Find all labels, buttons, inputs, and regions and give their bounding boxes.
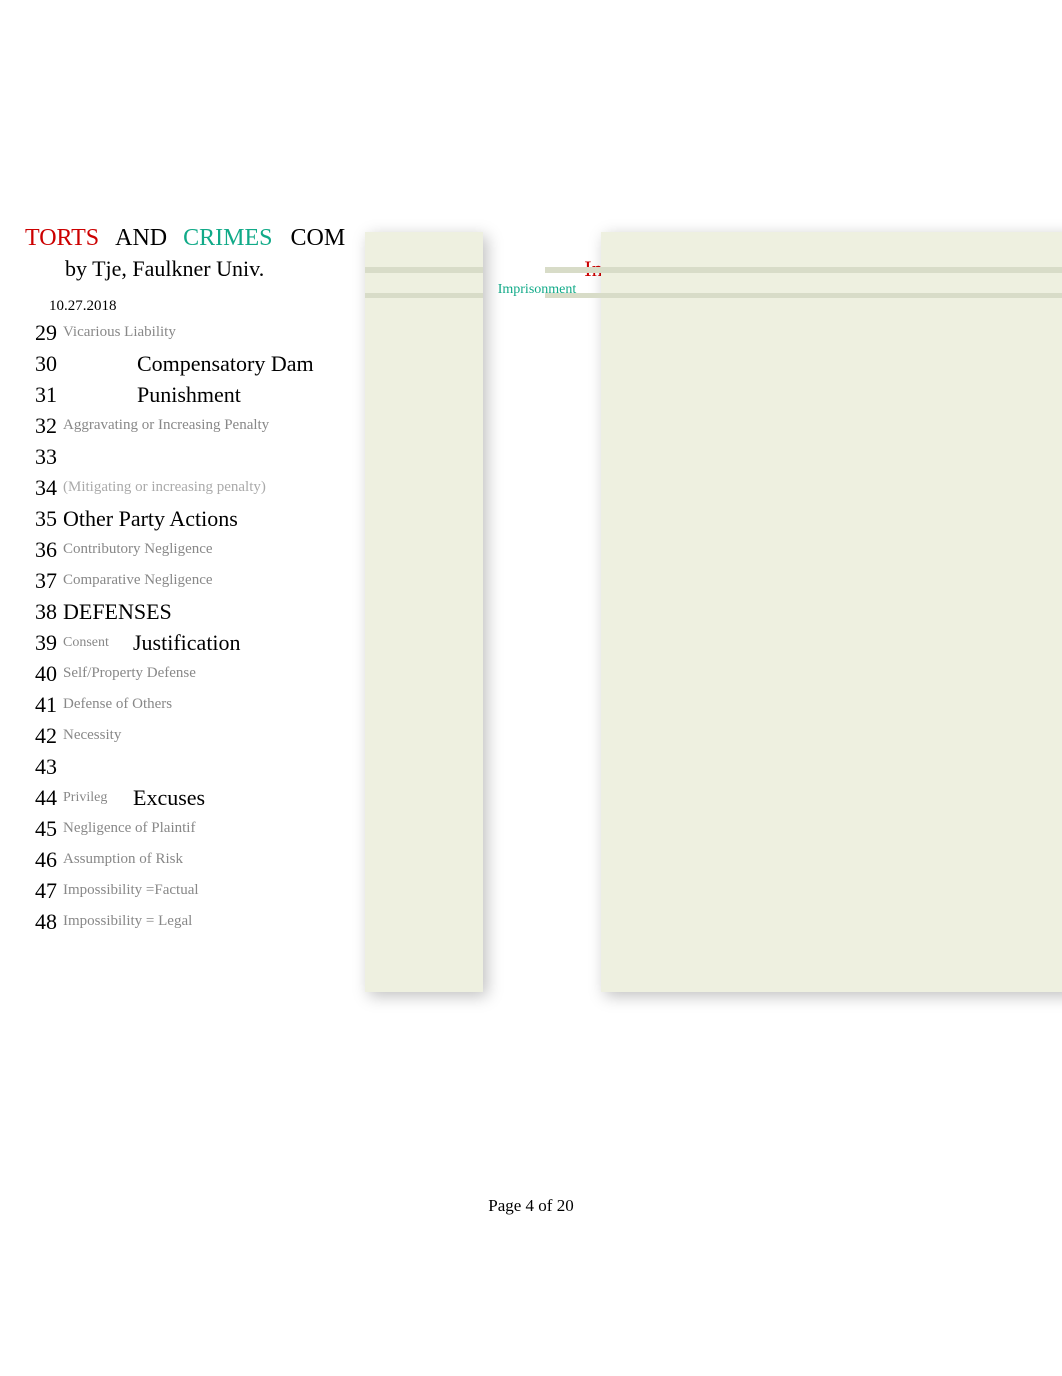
page-content: TORTS AND CRIMES COM by Tje, Faulkner Un… bbox=[25, 225, 1037, 937]
table-shading bbox=[365, 275, 1037, 937]
row-label: Compensatory Dam bbox=[137, 351, 314, 377]
row-number: 48 bbox=[25, 909, 57, 935]
row-label: Impossibility =Factual bbox=[63, 882, 199, 899]
title-torts: TORTS bbox=[25, 225, 99, 251]
row-label: Assumption of Risk bbox=[63, 851, 183, 868]
row-label-b: Justification bbox=[133, 630, 241, 656]
row-number: 37 bbox=[25, 568, 57, 594]
row-number: 30 bbox=[25, 351, 57, 377]
header-bar bbox=[545, 293, 1062, 298]
shade-column-1 bbox=[365, 232, 483, 992]
row-label: Impossibility = Legal bbox=[63, 913, 192, 930]
row-label: Comparative Negligence bbox=[63, 572, 213, 589]
row-label-a: Consent bbox=[63, 635, 133, 651]
row-number: 31 bbox=[25, 382, 57, 408]
shade-column-group bbox=[601, 232, 1062, 992]
row-number: 38 bbox=[25, 599, 57, 625]
title-com: COM bbox=[291, 225, 346, 251]
row-label: Aggravating or Increasing Penalty bbox=[63, 417, 269, 434]
row-number: 29 bbox=[25, 320, 57, 346]
row-label: Contributory Negligence bbox=[63, 541, 213, 558]
row-number: 35 bbox=[25, 506, 57, 532]
row-label: Punishment bbox=[137, 382, 241, 408]
row-number: 43 bbox=[25, 754, 57, 780]
row-number: 39 bbox=[25, 630, 57, 656]
row-label: Self/Property Defense bbox=[63, 665, 196, 682]
row-number: 46 bbox=[25, 847, 57, 873]
row-label-b: Excuses bbox=[133, 785, 205, 811]
page-footer: Page 4 of 20 bbox=[0, 1196, 1062, 1216]
row-number: 47 bbox=[25, 878, 57, 904]
row-label: (Mitigating or increasing penalty) bbox=[63, 479, 266, 496]
row-label: Negligence of Plaintif bbox=[63, 820, 195, 837]
row-label: Defense of Others bbox=[63, 696, 172, 713]
row-label-a: Privileg bbox=[63, 790, 133, 806]
row-number: 45 bbox=[25, 816, 57, 842]
row-number: 42 bbox=[25, 723, 57, 749]
row-number: 33 bbox=[25, 444, 57, 470]
row-label: Necessity bbox=[63, 727, 121, 744]
row-label: Other Party Actions bbox=[63, 506, 238, 532]
row-number: 34 bbox=[25, 475, 57, 501]
row-number: 32 bbox=[25, 413, 57, 439]
header-bar bbox=[545, 267, 1062, 273]
row-label: DEFENSES bbox=[63, 599, 172, 625]
row-number: 44 bbox=[25, 785, 57, 811]
row-label: Vicarious Liability bbox=[63, 324, 176, 341]
title-crimes: CRIMES bbox=[183, 225, 272, 251]
title-and: AND bbox=[115, 225, 167, 251]
row-number: 41 bbox=[25, 692, 57, 718]
row-number: 40 bbox=[25, 661, 57, 687]
header-bar bbox=[365, 267, 483, 273]
byline: by Tje, Faulkner Univ. bbox=[65, 256, 365, 282]
row-number: 36 bbox=[25, 537, 57, 563]
header-bar bbox=[365, 293, 483, 298]
